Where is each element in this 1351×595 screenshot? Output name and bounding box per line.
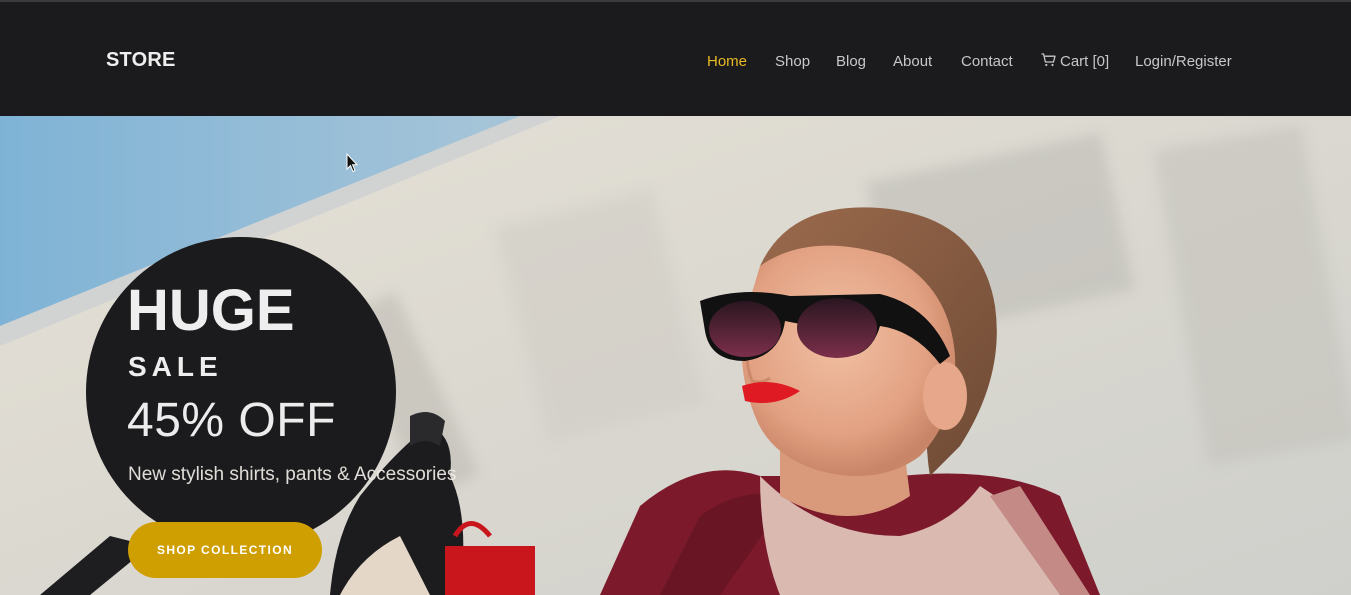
nav-cart[interactable]: Cart [0] (1041, 53, 1109, 70)
nav-home[interactable]: Home (707, 53, 747, 70)
nav-about[interactable]: About (893, 53, 932, 70)
nav-login-register[interactable]: Login/Register (1135, 53, 1232, 70)
promo-subheadline: SALE (128, 351, 223, 382)
site-header: STORE Home Shop Blog About Contact Cart … (0, 2, 1351, 116)
nav-contact[interactable]: Contact (961, 53, 1013, 70)
shop-collection-button[interactable]: SHOP COLLECTION (128, 522, 322, 578)
nav-cart-label: Cart [0] (1060, 53, 1110, 70)
nav-blog[interactable]: Blog (836, 53, 866, 70)
mouse-cursor-icon (346, 153, 358, 173)
promo-offer: 45% OFF (127, 394, 336, 447)
cart-icon (1041, 53, 1056, 67)
main-nav: Home Shop Blog About Contact Cart [0] Lo… (0, 53, 1351, 73)
promo-headline: HUGE (127, 278, 295, 343)
nav-shop[interactable]: Shop (775, 53, 810, 70)
promo-tagline: New stylish shirts, pants & Accessories (128, 464, 457, 485)
